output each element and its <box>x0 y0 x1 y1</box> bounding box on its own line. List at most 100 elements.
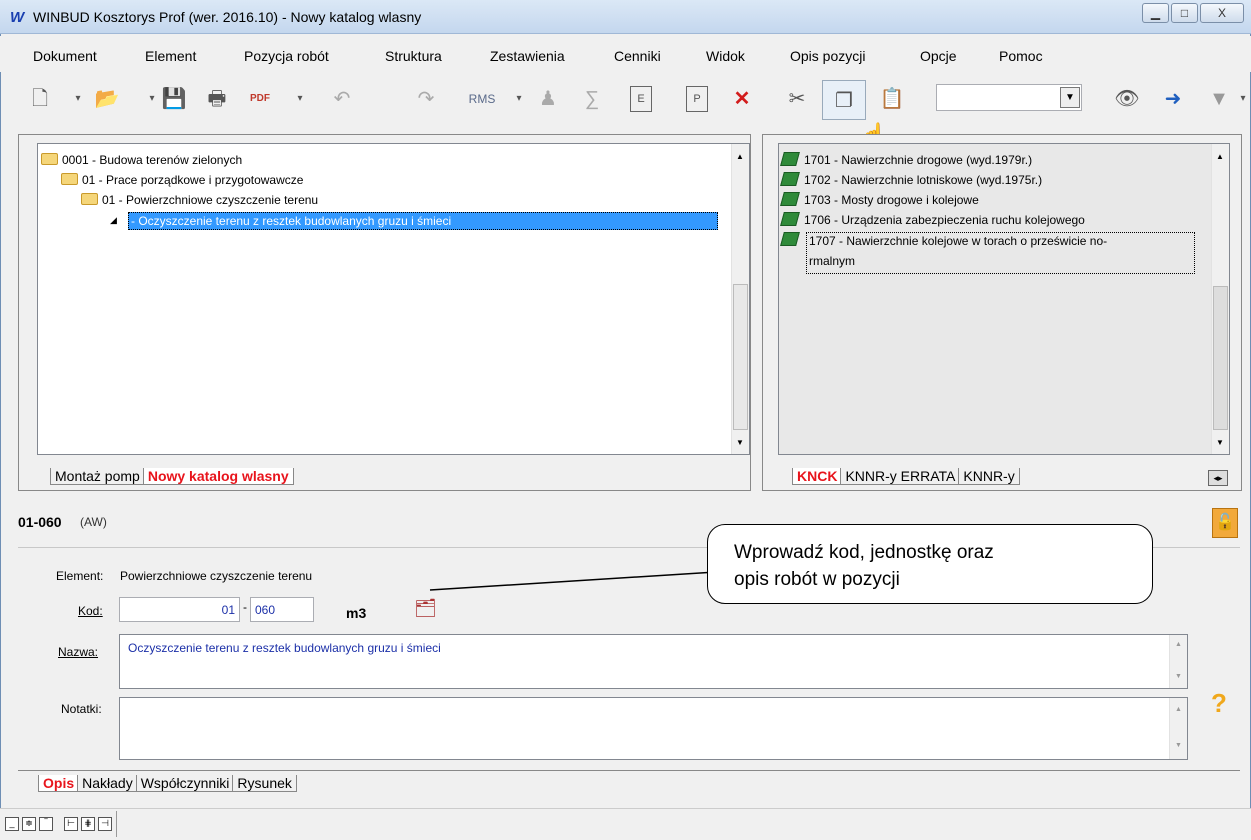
scrollbar[interactable]: ▲ ▼ <box>1169 635 1187 688</box>
kod-part2-field[interactable] <box>250 597 314 622</box>
left-tabbar: Montaż pomp Nowy katalog wlasny <box>50 468 294 485</box>
callout-line2: opis robót w pozycji <box>734 569 900 590</box>
redo-icon[interactable]: ↷ <box>412 84 440 114</box>
scroll-up-icon[interactable]: ▲ <box>736 152 744 161</box>
chevron-down-icon[interactable]: ▼ <box>1060 87 1080 108</box>
tree-row[interactable]: 1703 - Mosty drogowe i kolejowe <box>780 192 979 208</box>
tree-row[interactable]: 1701 - Nawierzchnie drogowe (wyd.1979r.) <box>780 152 1032 168</box>
menu-pomoc[interactable]: Pomoc <box>999 48 1043 64</box>
binoculars-icon[interactable]: 👁 <box>1112 84 1142 114</box>
menu-struktura[interactable]: Struktura <box>385 48 442 64</box>
new-document-icon[interactable]: 🗋 <box>28 84 52 114</box>
scroll-up-icon[interactable]: ▲ <box>1175 641 1182 648</box>
tree-row-focused[interactable]: 1707 - Nawierzchnie kolejowe w torach o … <box>806 232 1195 274</box>
tree-row[interactable]: 1706 - Urządzenia zabezpieczenia ruchu k… <box>780 212 1085 228</box>
sum-icon[interactable]: ∑ <box>578 84 606 114</box>
split-center-icon[interactable]: ⋕ <box>81 817 95 831</box>
scroll-down-icon[interactable]: ▼ <box>1175 673 1182 680</box>
status-bar: _ ≑ ‾ ⊢ ⋕ ⊣ <box>0 808 1251 840</box>
close-button[interactable]: X <box>1200 3 1244 23</box>
undo-icon[interactable]: ↶ <box>328 84 356 114</box>
person-icon[interactable]: ♟ <box>534 84 562 114</box>
tab-opis[interactable]: Opis <box>38 775 80 792</box>
minimize-button[interactable]: ▁ <box>1142 3 1169 23</box>
dropdown-arrow-icon[interactable]: ▾ <box>512 84 526 114</box>
tab-knck[interactable]: KNCK <box>792 468 843 485</box>
open-folder-icon[interactable]: 📂 <box>92 84 122 114</box>
tab-knnr[interactable]: KNNR-y <box>958 468 1020 485</box>
scroll-up-icon[interactable]: ▲ <box>1216 152 1224 161</box>
tree-row[interactable]: 1702 - Nawierzchnie lotniskowe (wyd.1975… <box>780 172 1042 188</box>
catalog-search-icon[interactable]: 🗂 <box>414 598 440 622</box>
find-next-icon[interactable]: ➜ <box>1158 84 1188 114</box>
notatki-field[interactable]: ▲ ▼ <box>119 697 1188 760</box>
dropdown-arrow-icon[interactable]: ▾ <box>145 84 159 114</box>
expander-icon[interactable]: ◢ <box>110 212 117 228</box>
filter-icon[interactable]: ▼ <box>1204 84 1234 114</box>
save-icon[interactable]: 💾 <box>160 84 188 114</box>
left-tree-panel: 0001 - Budowa terenów zielonych 01 - Pra… <box>37 143 750 455</box>
paste-icon[interactable]: 📋 <box>878 84 906 114</box>
p-icon[interactable]: P <box>686 86 708 112</box>
tab-nowy-katalog[interactable]: Nowy katalog wlasny <box>142 468 294 485</box>
tree-row[interactable]: 0001 - Budowa terenów zielonych <box>41 152 242 168</box>
nazwa-field[interactable]: Oczyszczenie terenu z resztek budowlanyc… <box>119 634 1188 689</box>
scroll-down-icon[interactable]: ▼ <box>1175 742 1182 749</box>
menu-opis-pozycji[interactable]: Opis pozycji <box>790 48 865 64</box>
split-middle-icon[interactable]: ≑ <box>22 817 36 831</box>
scroll-up-icon[interactable]: ▲ <box>1175 706 1182 713</box>
tree-row[interactable]: 01 - Prace porządkowe i przygotowawcze <box>61 172 303 188</box>
scroll-thumb[interactable] <box>733 284 748 430</box>
scrollbar[interactable]: ▲ ▼ <box>731 144 749 454</box>
callout-bubble: Wprowadź kod, jednostkę oraz opis robót … <box>707 524 1153 604</box>
tab-montaz-pomp[interactable]: Montaż pomp <box>50 468 145 485</box>
kod-label: Kod: <box>78 604 103 618</box>
rms-icon[interactable]: RMS <box>465 84 499 114</box>
menu-pozycja-robot[interactable]: Pozycja robót <box>244 48 329 64</box>
scrollbar[interactable]: ▲ ▼ <box>1211 144 1229 454</box>
scroll-down-icon[interactable]: ▼ <box>1216 438 1224 447</box>
dropdown-arrow-icon[interactable]: ▾ <box>70 84 86 114</box>
divider <box>116 811 117 837</box>
menu-dokument[interactable]: Dokument <box>33 48 97 64</box>
menu-element[interactable]: Element <box>145 48 196 64</box>
unlock-icon[interactable]: 🔓 <box>1212 508 1238 538</box>
scrollbar[interactable]: ▲ ▼ <box>1169 698 1187 759</box>
tab-knnr-errata[interactable]: KNNR-y ERRATA <box>840 468 961 485</box>
copy-icon[interactable]: ❐ <box>822 80 866 120</box>
tree-row[interactable] <box>780 232 804 248</box>
maximize-button[interactable]: □ <box>1171 3 1198 23</box>
tree-row[interactable]: 01 - Powierzchniowe czyszczenie terenu <box>81 192 318 208</box>
tree-row-selected[interactable]: - Oczyszczenie terenu z resztek budowlan… <box>128 212 718 230</box>
print-icon[interactable]: 🖶 <box>202 84 232 114</box>
split-right-icon[interactable]: ⊣ <box>98 817 112 831</box>
menu-cenniki[interactable]: Cenniki <box>614 48 661 64</box>
scroll-thumb[interactable] <box>1213 286 1228 430</box>
title-bar: W WINBUD Kosztorys Prof (wer. 2016.10) -… <box>0 0 1251 34</box>
tab-rysunek[interactable]: Rysunek <box>232 775 297 792</box>
unit-label: m3 <box>346 605 367 621</box>
dropdown-arrow-icon[interactable]: ▾ <box>1237 84 1249 114</box>
split-top-icon[interactable]: ‾ <box>39 817 53 831</box>
tab-wspolczynniki[interactable]: Współczynniki <box>135 775 235 792</box>
kod-part1-field[interactable] <box>119 597 240 622</box>
cut-icon[interactable]: ✂ <box>783 84 811 114</box>
pdf-icon[interactable]: PDF <box>245 84 275 114</box>
tab-naklady[interactable]: Nakłady <box>77 775 138 792</box>
menu-zestawienia[interactable]: Zestawienia <box>490 48 565 64</box>
tab-scroll-icon[interactable]: ◂▸ <box>1208 470 1228 486</box>
nazwa-label: Nazwa: <box>58 645 99 659</box>
menu-bar: Dokument Element Pozycja robót Struktura… <box>0 36 1251 72</box>
e-icon[interactable]: E <box>630 86 652 112</box>
help-icon[interactable]: ? <box>1211 688 1227 719</box>
divider <box>18 770 1240 771</box>
menu-widok[interactable]: Widok <box>706 48 745 64</box>
delete-icon[interactable]: ✕ <box>727 84 757 114</box>
split-left-icon[interactable]: ⊢ <box>64 817 78 831</box>
split-bottom-icon[interactable]: _ <box>5 817 19 831</box>
dropdown-arrow-icon[interactable]: ▾ <box>293 84 307 114</box>
scroll-down-icon[interactable]: ▼ <box>736 438 744 447</box>
element-label: Element: <box>56 569 104 583</box>
menu-opcje[interactable]: Opcje <box>920 48 957 64</box>
book-icon <box>780 212 800 226</box>
